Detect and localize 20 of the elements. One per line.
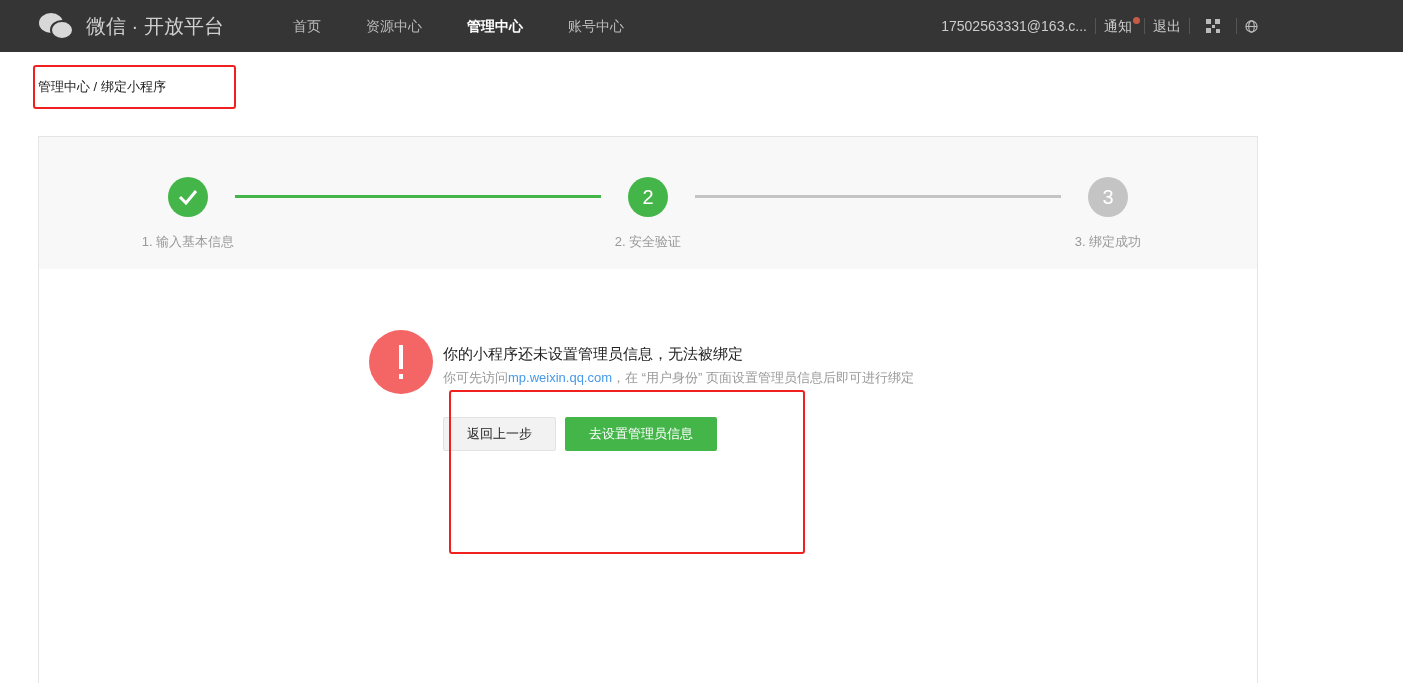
nav-link[interactable]: 首页 (293, 15, 321, 37)
logout-link[interactable]: 退出 (1153, 15, 1181, 37)
nav-link[interactable]: 资源中心 (366, 15, 422, 37)
logo-text: 微信 · 开放平台 (86, 14, 224, 39)
nav-link[interactable]: 管理中心 (467, 15, 523, 37)
step-label: 1. 输入基本信息 (141, 233, 235, 251)
chat-bubbles-icon (38, 11, 74, 41)
step-label: 2. 安全验证 (614, 233, 682, 251)
account-email[interactable]: 17502563331@163.c... (941, 15, 1087, 37)
globe-icon[interactable] (1245, 19, 1258, 33)
message-hint: 你可先访问mp.weixin.qq.com，在 “用户身份” 页面设置管理员信息后即可进行绑定 (443, 368, 914, 387)
notice-link[interactable]: 通知 (1104, 15, 1136, 37)
breadcrumb: 管理中心 / 绑定小程序 (38, 79, 166, 94)
message-title: 你的小程序还未设置管理员信息，无法被绑定 (443, 344, 744, 364)
qr-code-icon[interactable] (1206, 19, 1220, 33)
back-button[interactable]: 返回上一步 (443, 417, 556, 451)
check-icon (178, 189, 198, 205)
nav-link[interactable]: 账号中心 (568, 15, 624, 37)
step-label: 3. 绑定成功 (1074, 233, 1142, 251)
exclamation-icon (398, 345, 404, 379)
